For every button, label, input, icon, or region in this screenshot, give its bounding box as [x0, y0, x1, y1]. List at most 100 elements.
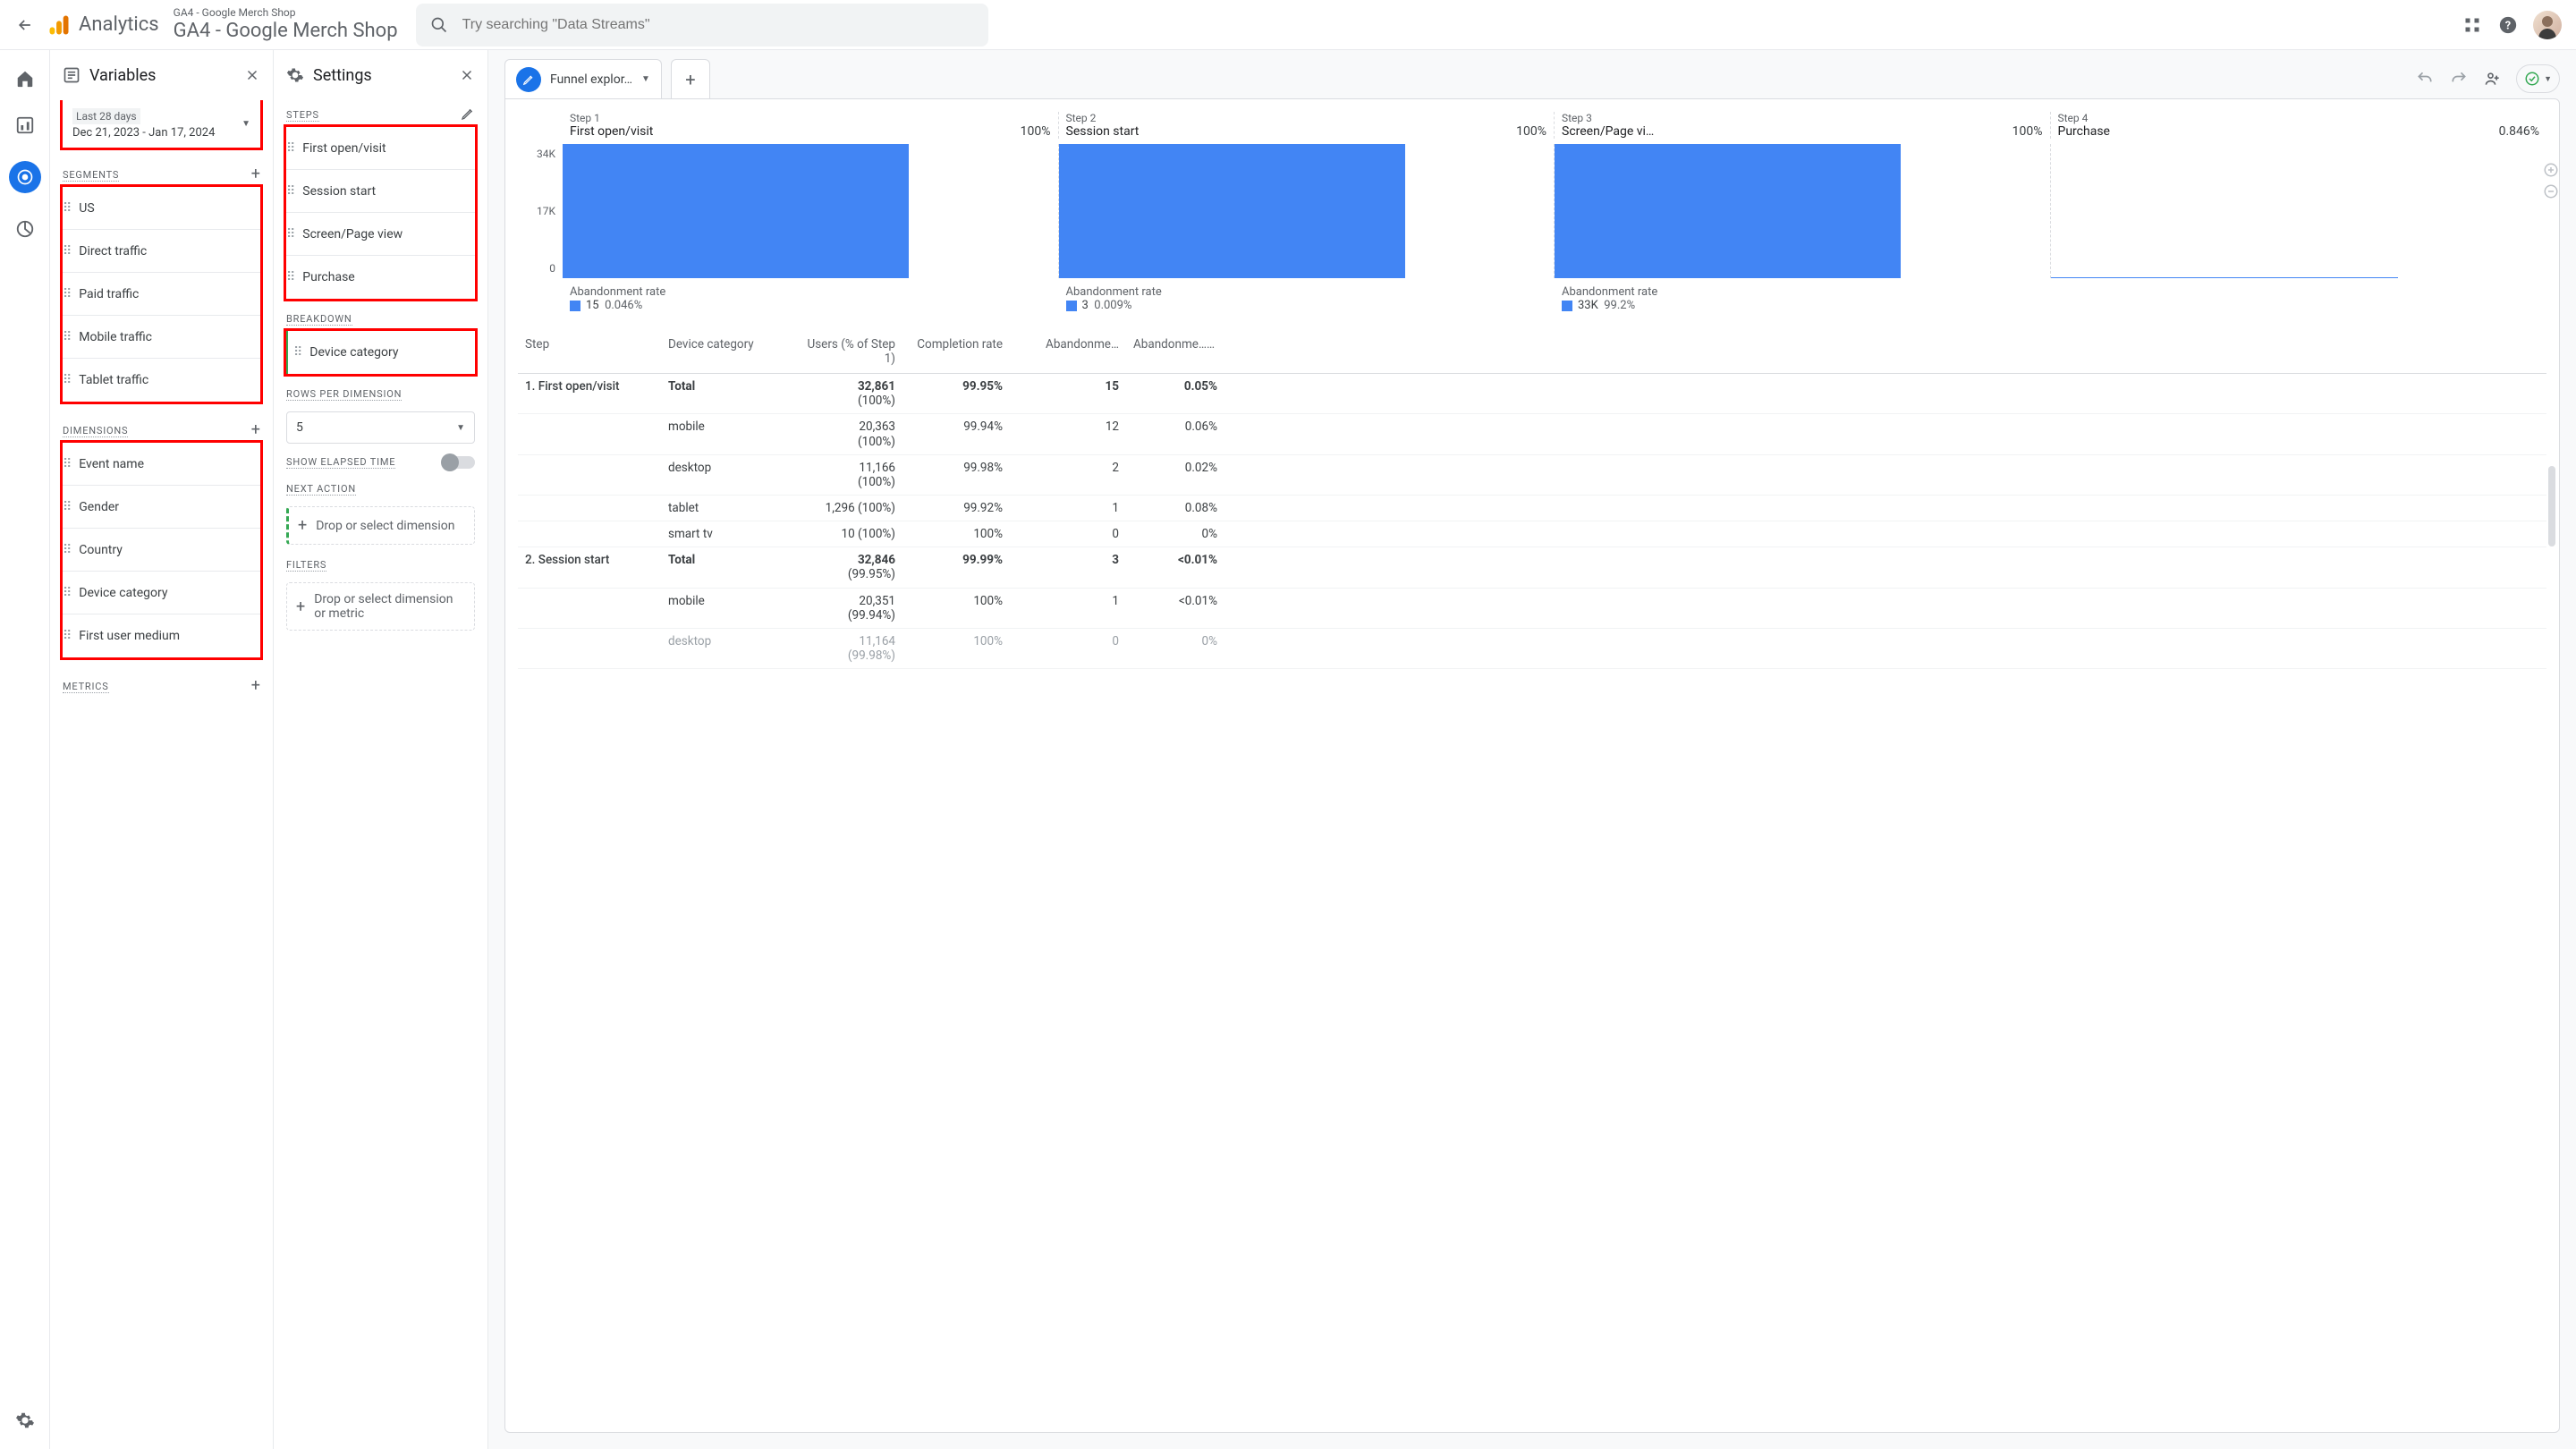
apps-icon[interactable] — [2462, 14, 2483, 36]
avatar[interactable] — [2533, 11, 2562, 39]
add-dimension-button[interactable]: + — [251, 420, 260, 439]
dimensions-label: DIMENSIONS — [63, 425, 128, 437]
abandonment-cell — [2051, 285, 2547, 312]
show-elapsed-label: SHOW ELAPSED TIME — [286, 456, 395, 469]
filters-dropzone[interactable]: + Drop or select dimension or metric — [286, 582, 475, 631]
edit-steps-button[interactable] — [461, 106, 475, 121]
show-elapsed-toggle[interactable] — [443, 456, 475, 469]
list-item[interactable]: ⠿Mobile traffic — [63, 316, 260, 359]
check-circle-icon — [2524, 71, 2540, 87]
close-settings-button[interactable] — [459, 67, 475, 83]
drag-handle-icon: ⠿ — [63, 586, 70, 600]
drag-handle-icon: ⠿ — [286, 141, 293, 156]
nav-explore-icon[interactable] — [9, 161, 41, 193]
help-icon[interactable]: ? — [2497, 14, 2519, 36]
breakdown-label: BREAKDOWN — [286, 313, 352, 326]
abandonment-cell: Abandonment rate33K 99.2% — [1555, 285, 2051, 312]
logo-text: Analytics — [79, 13, 159, 36]
list-item[interactable]: ⠿First open/visit — [286, 127, 475, 170]
drag-handle-icon: ⠿ — [63, 244, 70, 258]
drag-handle-icon: ⠿ — [63, 287, 70, 301]
caret-down-icon: ▼ — [456, 423, 465, 433]
exploration-tab[interactable]: Funnel explor… ▼ — [504, 59, 662, 98]
segments-label: SEGMENTS — [63, 169, 119, 182]
th-step: Step — [518, 337, 661, 366]
drag-handle-icon: ⠿ — [286, 227, 293, 242]
list-item[interactable]: ⠿Device category — [286, 331, 475, 374]
close-variables-button[interactable] — [244, 67, 260, 83]
list-item[interactable]: ⠿Event name — [63, 443, 260, 486]
property-selector[interactable]: GA4 - Google Merch Shop GA4 - Google Mer… — [174, 6, 398, 43]
list-item[interactable]: ⠿Paid traffic — [63, 273, 260, 316]
nav-reports-icon[interactable] — [14, 114, 36, 136]
table-row: mobile20,351(99.94%)100%1<0.01% — [518, 589, 2546, 629]
plus-icon: + — [298, 516, 307, 535]
funnel-bar — [1059, 144, 1555, 278]
table-row: 1. First open/visitTotal32,861(100%)99.9… — [518, 374, 2546, 414]
add-tab-button[interactable]: + — [671, 59, 710, 98]
undo-button[interactable] — [2414, 68, 2436, 89]
funnel-bar — [1555, 144, 2051, 278]
segments-list: ⠿US⠿Direct traffic⠿Paid traffic⠿Mobile t… — [63, 187, 260, 402]
redo-button[interactable] — [2448, 68, 2470, 89]
table-row: mobile20,363(100%)99.94%120.06% — [518, 414, 2546, 454]
list-item[interactable]: ⠿Gender — [63, 486, 260, 529]
steps-list: ⠿First open/visit⠿Session start⠿Screen/P… — [286, 127, 475, 299]
list-item[interactable]: ⠿Session start — [286, 170, 475, 213]
share-button[interactable] — [2482, 68, 2504, 89]
breakdown-list: ⠿Device category — [286, 331, 475, 374]
add-metric-button[interactable]: + — [251, 676, 260, 695]
logo: Analytics — [47, 13, 159, 38]
list-item[interactable]: ⠿First user medium — [63, 614, 260, 657]
drag-handle-icon: ⠿ — [63, 457, 70, 471]
funnel-bar — [2051, 144, 2547, 278]
zoom-in-icon[interactable] — [2543, 162, 2559, 178]
th-completion-rate: Completion rate — [902, 337, 1010, 366]
drag-handle-icon: ⠿ — [63, 543, 70, 557]
drag-handle-icon: ⠿ — [286, 184, 293, 199]
caret-down-icon[interactable]: ▼ — [641, 74, 650, 84]
rows-per-dimension-select[interactable]: 5 ▼ — [286, 411, 475, 444]
table-row: tablet1,296 (100%)99.92%10.08% — [518, 496, 2546, 521]
funnel-step-header: Step 2Session start100% — [1059, 112, 1555, 139]
abandonment-cell: Abandonment rate3 0.009% — [1059, 285, 1555, 312]
scrollbar-thumb[interactable] — [2548, 466, 2555, 547]
filters-label: FILTERS — [286, 559, 326, 572]
next-action-dropzone[interactable]: + Drop or select dimension — [286, 506, 475, 545]
list-item[interactable]: ⠿Tablet traffic — [63, 359, 260, 402]
search-icon — [430, 16, 448, 34]
date-range-picker[interactable]: Last 28 days Dec 21, 2023 - Jan 17, 2024… — [63, 100, 260, 148]
add-segment-button[interactable]: + — [251, 165, 260, 183]
list-item[interactable]: ⠿Direct traffic — [63, 230, 260, 273]
drag-handle-icon: ⠿ — [293, 345, 301, 360]
funnel-step-header: Step 4Purchase0.846% — [2051, 112, 2547, 139]
list-item[interactable]: ⠿Device category — [63, 572, 260, 614]
back-button[interactable] — [14, 14, 36, 36]
plus-icon: + — [296, 597, 305, 616]
drag-handle-icon: ⠿ — [63, 201, 70, 216]
nav-home-icon[interactable] — [14, 68, 36, 89]
list-item[interactable]: ⠿Purchase — [286, 256, 475, 299]
list-item[interactable]: ⠿Screen/Page view — [286, 213, 475, 256]
settings-title: Settings — [313, 66, 372, 85]
list-item[interactable]: ⠿US — [63, 187, 260, 230]
funnel-bar — [563, 144, 1059, 278]
th-device-category: Device category — [661, 337, 795, 366]
search-bar[interactable] — [416, 4, 988, 47]
drag-handle-icon: ⠿ — [63, 330, 70, 344]
th-users: Users (% of Step 1) — [795, 337, 902, 366]
zoom-out-icon[interactable] — [2543, 183, 2559, 199]
funnel-step-header: Step 3Screen/Page vi…100% — [1555, 112, 2051, 139]
list-item[interactable]: ⠿Country — [63, 529, 260, 572]
search-input[interactable] — [462, 17, 974, 33]
svg-text:?: ? — [2505, 19, 2511, 32]
steps-label: STEPS — [286, 109, 319, 122]
nav-admin-icon[interactable] — [14, 1410, 36, 1431]
abandonment-cell: Abandonment rate15 0.046% — [563, 285, 1059, 312]
caret-down-icon: ▼ — [2544, 74, 2552, 84]
table-row: 2. Session startTotal32,846(99.95%)99.99… — [518, 547, 2546, 588]
th-abandonments: Abandonme… — [1010, 337, 1126, 366]
nav-advertising-icon[interactable] — [14, 218, 36, 240]
sample-status[interactable]: ▼ — [2516, 64, 2560, 93]
dimensions-list: ⠿Event name⠿Gender⠿Country⠿Device catego… — [63, 443, 260, 657]
